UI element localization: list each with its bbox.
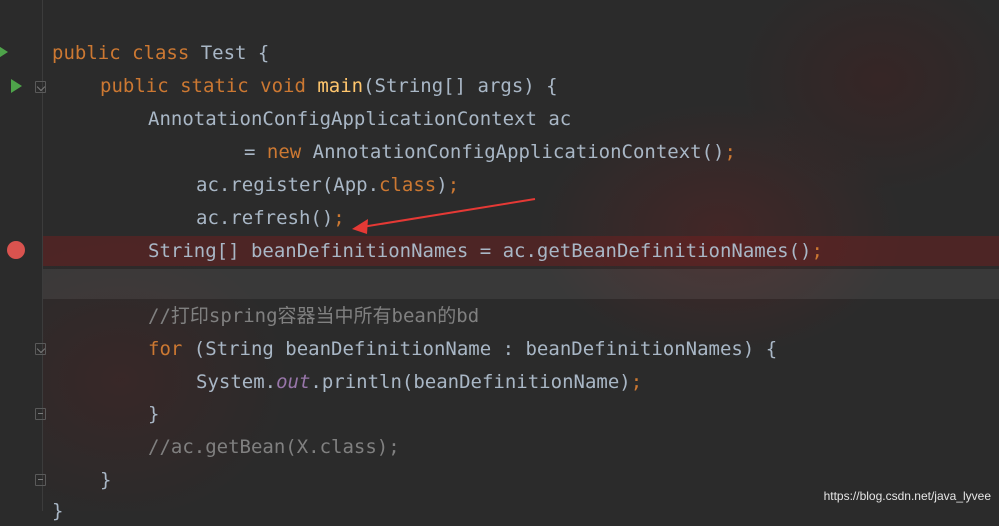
watermark: https://blog.csdn.net/java_lyvee (823, 489, 991, 503)
annotation-arrow (352, 198, 536, 234)
code-editor[interactable]: public class Test { public static void m… (0, 0, 999, 522)
